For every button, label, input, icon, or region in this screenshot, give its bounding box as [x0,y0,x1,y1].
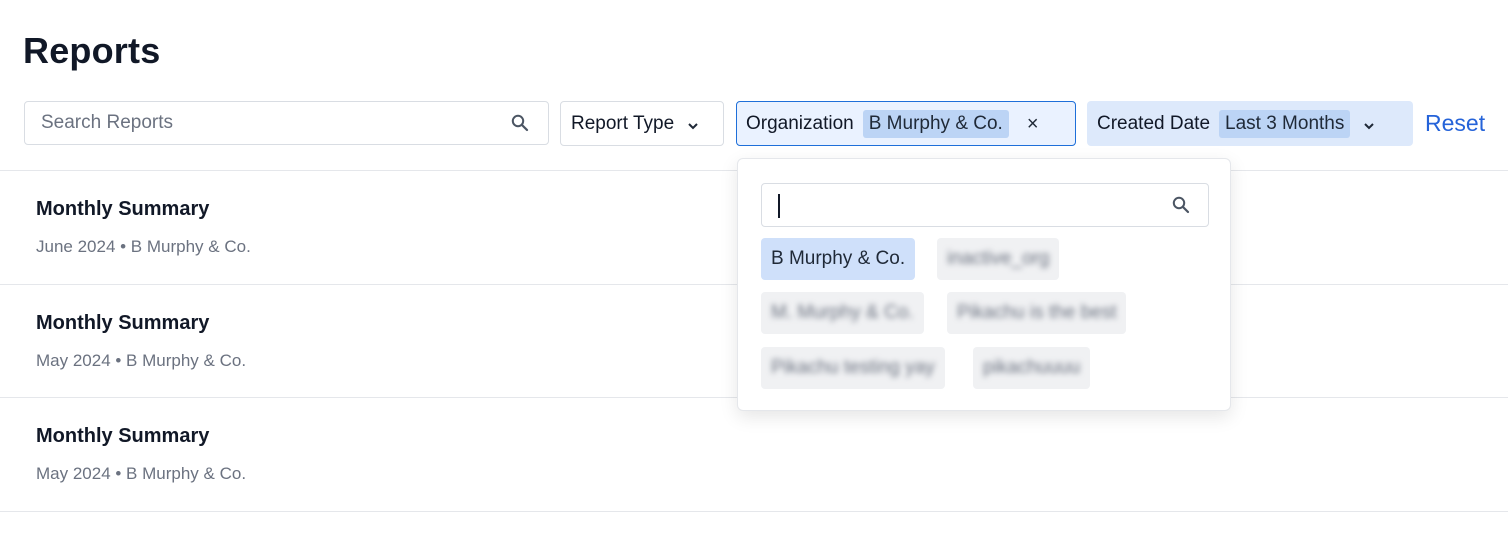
report-meta: May 2024 • B Murphy & Co. [36,351,247,370]
search-icon[interactable] [511,114,529,132]
option-label: Pikachu testing yay [771,357,935,378]
organization-dropdown: B Murphy & Co. inactive_org M. Murphy & … [737,158,1231,411]
created-date-label: Created Date [1097,112,1211,134]
organization-value-chip: B Murphy & Co. [862,109,1009,138]
organization-option[interactable]: Pikachu is the best [947,292,1127,334]
organization-label: Organization [746,112,854,134]
organization-option[interactable]: pikachuuuu [973,347,1091,389]
organization-option[interactable]: M. Murphy & Co. [761,292,924,334]
report-title[interactable]: Monthly Summary [36,312,209,335]
option-label: inactive_org [947,248,1050,269]
report-title[interactable]: Monthly Summary [36,425,209,448]
option-label: Pikachu is the best [957,302,1117,323]
close-icon[interactable]: × [1027,114,1039,134]
organization-search-input[interactable] [774,184,1164,226]
option-label: M. Murphy & Co. [771,302,914,323]
chevron-down-icon [1362,117,1376,131]
search-reports-input[interactable] [41,102,501,144]
organization-option[interactable]: Pikachu testing yay [761,347,945,389]
reset-link[interactable]: Reset [1425,110,1485,137]
created-date-filter[interactable]: Created Date Last 3 Months [1087,101,1413,146]
report-type-filter[interactable]: Report Type [560,101,724,146]
created-date-value-chip: Last 3 Months [1219,109,1351,138]
divider [0,511,1508,512]
organization-filter[interactable]: Organization B Murphy & Co. × [736,101,1076,146]
report-meta: May 2024 • B Murphy & Co. [36,464,247,483]
text-cursor [778,194,780,218]
page-title: Reports [23,30,161,71]
option-label: pikachuuuu [983,357,1081,378]
chevron-down-icon [686,117,700,131]
organization-search-field[interactable] [761,183,1209,227]
option-label: B Murphy & Co. [771,248,906,269]
search-icon[interactable] [1172,196,1190,214]
organization-option[interactable]: B Murphy & Co. [761,238,916,280]
report-type-label: Report Type [571,112,675,134]
organization-option[interactable]: inactive_org [937,238,1060,280]
report-title[interactable]: Monthly Summary [36,198,209,221]
search-reports-field[interactable] [24,101,549,145]
report-meta: June 2024 • B Murphy & Co. [36,237,251,256]
